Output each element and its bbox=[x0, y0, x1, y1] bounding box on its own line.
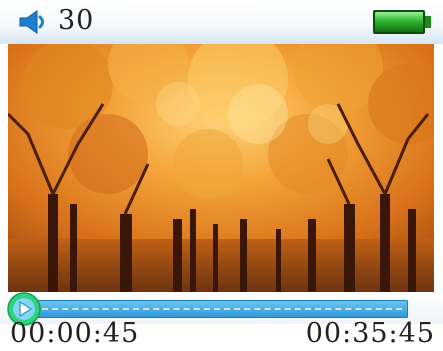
total-duration: 00:35:45 bbox=[305, 318, 435, 349]
media-player-screen: 30 00:00:45 00:35:45 bbox=[0, 0, 443, 351]
elapsed-time: 00:00:45 bbox=[10, 318, 140, 349]
battery-fill bbox=[375, 12, 423, 32]
speaker-icon[interactable] bbox=[18, 9, 54, 35]
battery-icon bbox=[373, 10, 431, 34]
status-bar: 30 bbox=[0, 0, 443, 44]
video-frame[interactable] bbox=[8, 44, 434, 294]
autumn-forest-image bbox=[8, 44, 434, 294]
progress-track[interactable] bbox=[36, 300, 408, 318]
volume-level: 30 bbox=[58, 5, 95, 36]
